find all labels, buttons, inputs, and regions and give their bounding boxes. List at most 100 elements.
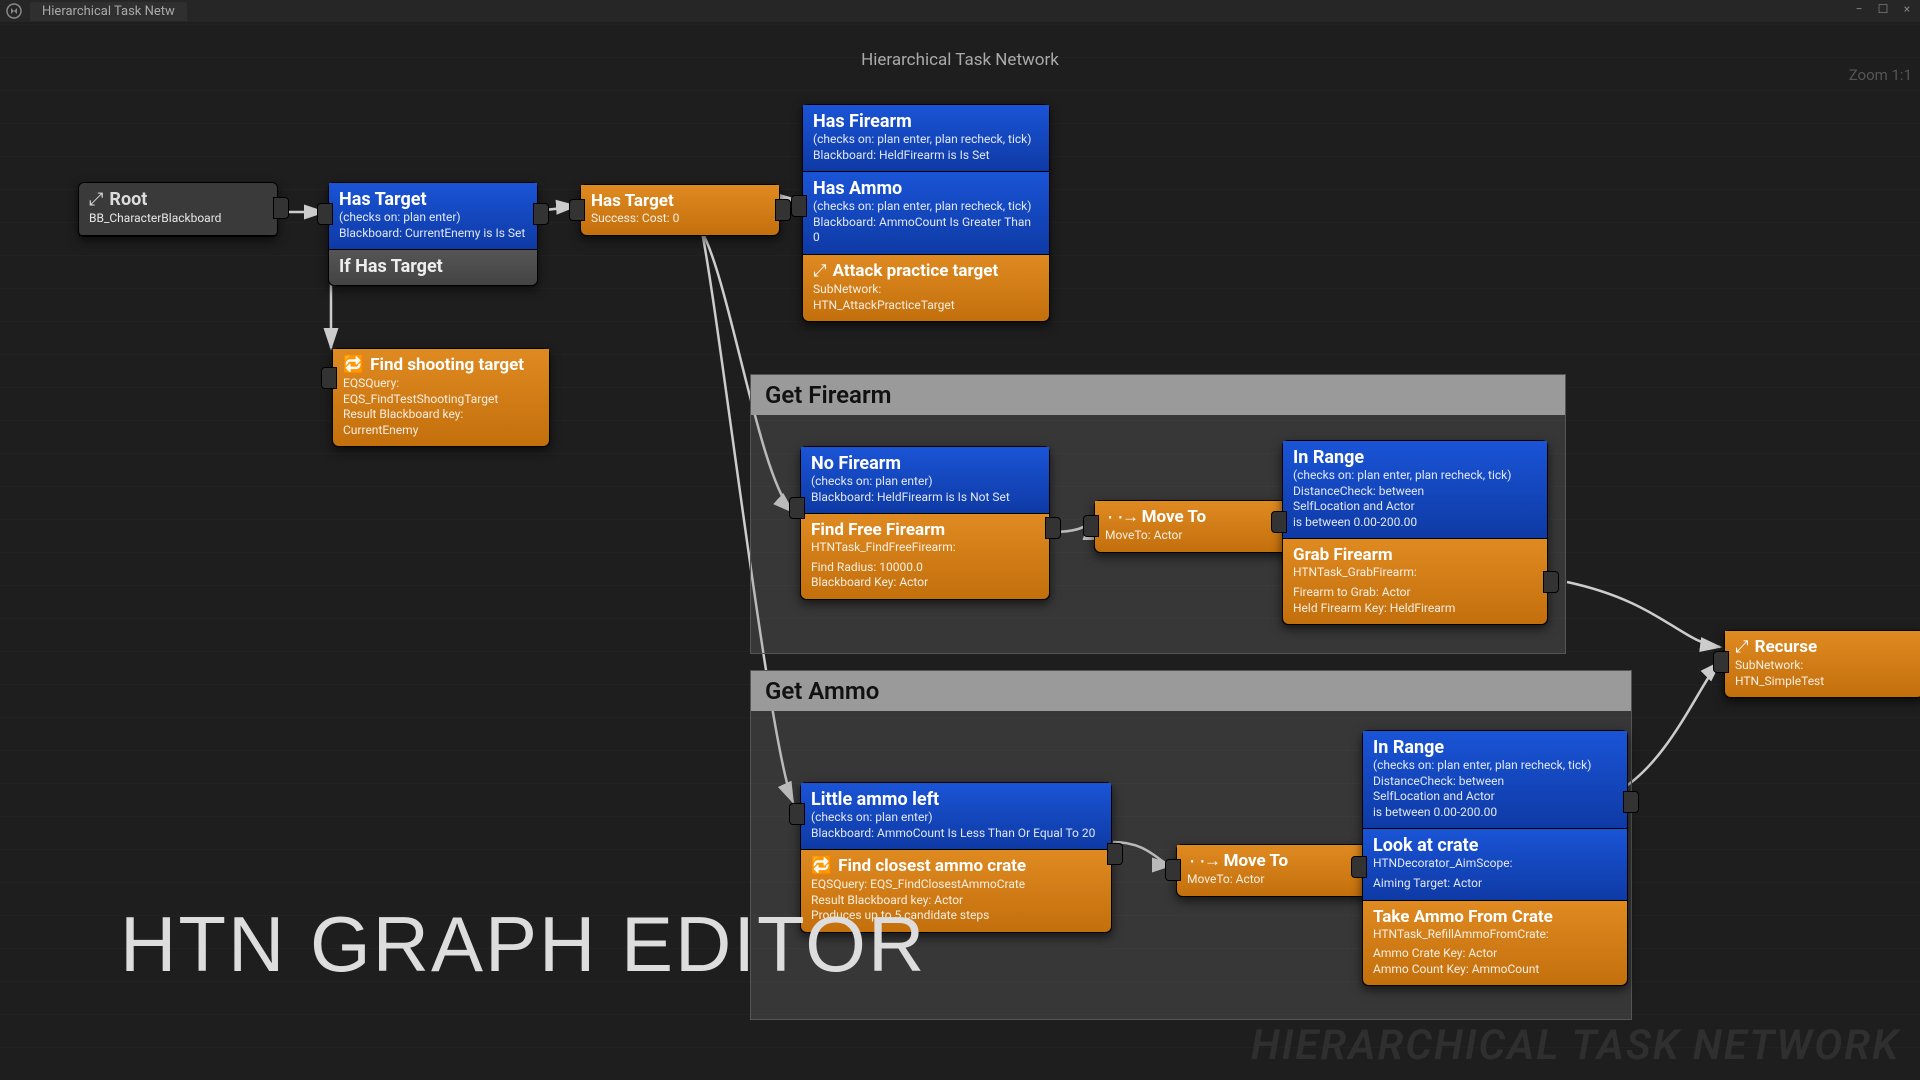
node-sub: DistanceCheck: between [1293,484,1537,500]
node-sub: Firearm to Grab: Actor [1293,585,1537,601]
input-pin[interactable] [789,803,805,825]
node-root[interactable]: ⤢ Root BB_CharacterBlackboard [78,182,278,237]
node-title: Has Ammo [813,178,1039,199]
node-title: Find Free Firearm [811,520,1039,540]
output-pin[interactable] [273,197,289,219]
node-title: Little ammo left [811,789,1101,810]
node-sub: MoveTo: Actor [1105,528,1283,544]
output-pin[interactable] [1045,517,1061,539]
node-title: Find shooting target [370,355,524,375]
node-sub: Ammo Crate Key: Actor [1373,946,1617,962]
editor-title: Hierarchical Task Network [0,50,1920,70]
output-pin[interactable] [1623,791,1639,813]
move-icon: ··→ [1187,853,1218,872]
input-pin[interactable] [321,367,337,389]
node-sub: HTNDecorator_AimScope: [1373,856,1617,872]
subnet-icon: ⤢ [813,263,827,282]
node-sub: Blackboard Key: Actor [811,575,1039,591]
node-sub: HTNTask_RefillAmmoFromCrate: [1373,927,1617,943]
node-title: Has Firearm [813,111,1039,132]
ue-logo-icon [4,1,24,21]
node-sub: (checks on: plan enter, plan recheck, ti… [1293,468,1537,484]
input-pin[interactable] [1271,511,1287,533]
node-sub: HTNTask_GrabFirearm: [1293,565,1537,581]
node-sub: (checks on: plan enter, plan recheck, ti… [1373,758,1617,774]
node-recurse[interactable]: ⤢ Recurse SubNetwork: HTN_SimpleTest [1724,630,1920,698]
node-has-target-stack[interactable]: Has Target (checks on: plan enter) Black… [328,182,538,286]
input-pin[interactable] [569,199,585,221]
node-sub: BB_CharacterBlackboard [89,211,267,227]
titlebar: Hierarchical Task Netw − ☐ × [0,0,1920,22]
output-pin[interactable] [1107,843,1123,865]
minimize-button[interactable]: − [1850,2,1868,16]
node-grab-firearm-stack[interactable]: In Range (checks on: plan enter, plan re… [1282,440,1548,625]
move-icon: ··→ [1105,509,1136,528]
node-sub: HTN_SimpleTest [1735,674,1913,690]
input-pin[interactable] [1713,651,1729,673]
close-button[interactable]: × [1898,2,1916,16]
node-sub: Blackboard: HeldFirearm is Is Not Set [811,490,1039,506]
node-attack-stack[interactable]: Has Firearm (checks on: plan enter, plan… [802,104,1050,322]
node-title: Look at crate [1373,835,1617,856]
node-sub: Blackboard: CurrentEnemy is Is Set [339,226,527,242]
input-pin[interactable] [1351,856,1367,878]
node-sub: is between 0.00-200.00 [1373,805,1617,821]
node-title: Recurse [1755,637,1818,657]
root-icon: ⤢ [89,191,103,211]
node-sub: Find Radius: 10000.0 [811,560,1039,576]
tab-htn[interactable]: Hierarchical Task Netw [30,2,187,21]
node-sub: MoveTo: Actor [1187,872,1365,888]
group-title: Get Firearm [751,375,1565,415]
node-sub: (checks on: plan enter, plan recheck, ti… [813,132,1039,148]
node-find-shooting[interactable]: 🔁 Find shooting target EQSQuery: EQS_Find… [332,348,550,447]
node-sub: Blackboard: AmmoCount Is Less Than Or Eq… [811,826,1101,842]
output-pin[interactable] [775,199,791,221]
node-sub: Ammo Count Key: AmmoCount [1373,962,1617,978]
node-title: Find closest ammo crate [838,856,1026,876]
output-pin[interactable] [1543,571,1559,593]
node-title: No Firearm [811,453,1039,474]
node-sub: is between 0.00-200.00 [1293,515,1537,531]
node-sub: (checks on: plan enter, plan recheck, ti… [813,199,1039,215]
zoom-label: Zoom 1:1 [1849,66,1912,84]
maximize-button[interactable]: ☐ [1874,2,1892,16]
node-sub: DistanceCheck: between [1373,774,1617,790]
node-title: Has Target [339,189,527,210]
input-pin[interactable] [1165,859,1181,881]
node-sub: Result Blackboard key: CurrentEnemy [343,407,539,438]
node-sub: Blackboard: AmmoCount Is Greater Than 0 [813,215,1039,246]
input-pin[interactable] [317,203,333,225]
node-sub: Aiming Target: Actor [1373,876,1617,892]
node-no-firearm-stack[interactable]: No Firearm (checks on: plan enter) Black… [800,446,1050,600]
input-pin[interactable] [789,497,805,519]
node-title: In Range [1373,737,1617,758]
node-sub: (checks on: plan enter) [811,810,1101,826]
graph-canvas[interactable]: Hierarchical Task Network Zoom 1:1 ⤢ Root… [0,22,1920,1080]
node-sub: Success: Cost: 0 [591,211,769,227]
input-pin[interactable] [1083,515,1099,537]
node-sub: (checks on: plan enter) [811,474,1039,490]
node-sub: Held Firearm Key: HeldFirearm [1293,601,1537,617]
node-take-ammo-stack[interactable]: In Range (checks on: plan enter, plan re… [1362,730,1628,986]
node-move-to-1[interactable]: ··→ Move To MoveTo: Actor [1094,500,1294,553]
node-sub: SubNetwork: [1735,658,1913,674]
node-title: Grab Firearm [1293,545,1537,565]
node-sub: HTNTask_FindFreeFirearm: [811,540,1039,556]
group-title: Get Ammo [751,671,1631,711]
eqs-icon: 🔁 [811,858,832,877]
output-pin[interactable] [533,203,549,225]
node-sub: EQSQuery: EQS_FindTestShootingTarget [343,376,539,407]
node-has-target-task[interactable]: Has Target Success: Cost: 0 [580,184,780,236]
node-title: Move To [1142,507,1207,527]
node-sub: HTN_AttackPracticeTarget [813,298,1039,314]
node-title: Root [109,189,147,210]
overlay-watermark: HIERARCHICAL TASK NETWORK [1251,1021,1900,1070]
node-sub: (checks on: plan enter) [339,210,527,226]
subnet-icon: ⤢ [1735,639,1749,658]
node-sub: SelfLocation and Actor [1293,499,1537,515]
eqs-icon: 🔁 [343,357,364,376]
node-move-to-2[interactable]: ··→Move To MoveTo: Actor [1176,844,1376,897]
input-pin[interactable] [791,195,807,217]
node-title: Has Target [591,191,769,211]
node-title: In Range [1293,447,1537,468]
